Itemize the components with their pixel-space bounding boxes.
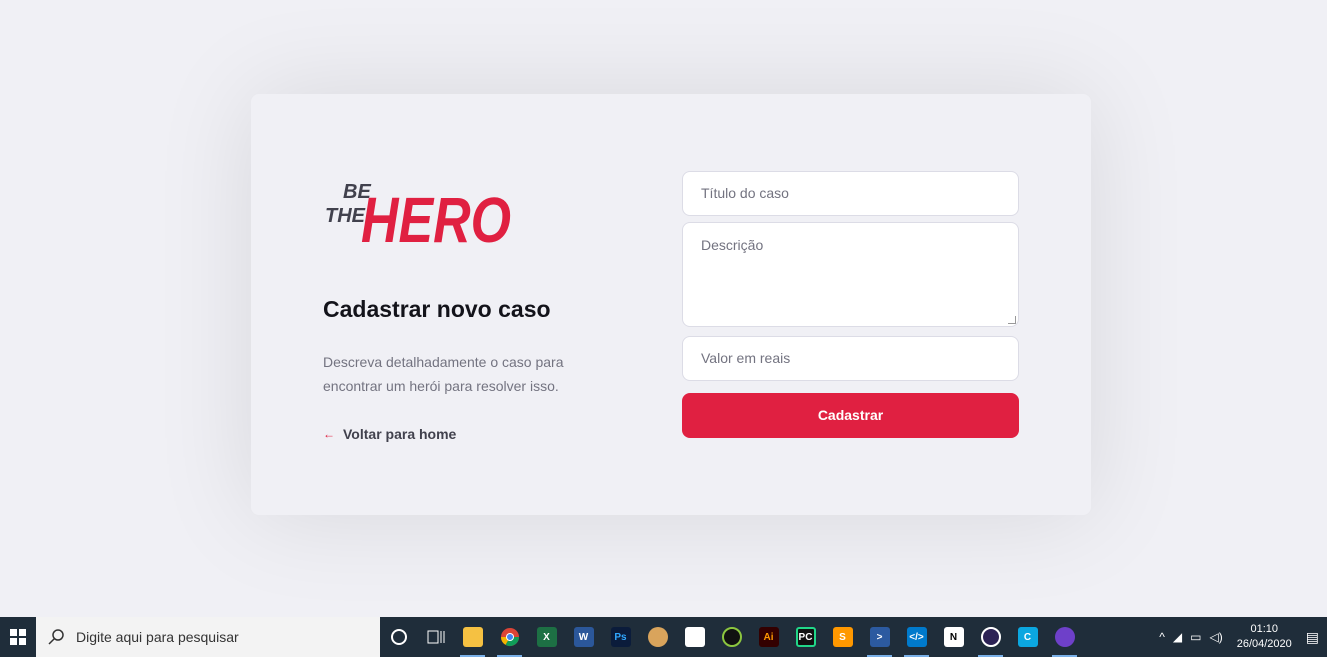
register-card: BE THE HERO Cadastrar novo caso Descreva… — [251, 94, 1091, 515]
clock[interactable]: 01:10 26/04/2020 — [1237, 622, 1292, 652]
github-desktop-icon[interactable] — [1046, 617, 1083, 657]
case-value-input[interactable]: Valor em reais — [682, 336, 1019, 381]
case-title-placeholder: Título do caso — [701, 185, 789, 201]
word-icon[interactable]: W — [565, 617, 602, 657]
svg-text:THE: THE — [325, 205, 366, 227]
back-home-link[interactable]: ← Voltar para home — [323, 426, 456, 442]
network-icon[interactable]: ◢ — [1173, 630, 1182, 644]
page-title: Cadastrar novo caso — [323, 296, 551, 322]
volume-icon[interactable]: ◁) — [1209, 630, 1222, 644]
chevron-up-icon[interactable]: ^ — [1159, 630, 1165, 644]
windows-taskbar: Digite aqui para pesquisar X W Ps Ai PC … — [0, 617, 1327, 657]
clock-time: 01:10 — [1250, 623, 1278, 635]
search-placeholder: Digite aqui para pesquisar — [76, 629, 239, 645]
windows-icon — [10, 629, 26, 645]
case-value-placeholder: Valor em reais — [701, 350, 791, 366]
start-button[interactable] — [0, 617, 36, 657]
photoshop-icon[interactable]: Ps — [602, 617, 639, 657]
powershell-icon[interactable]: > — [861, 617, 898, 657]
system-tray: ^ ◢ ▭ ◁) 01:10 26/04/2020 ▤ — [1159, 617, 1327, 657]
clock-date: 26/04/2020 — [1236, 638, 1292, 650]
cortana-icon[interactable] — [380, 617, 417, 657]
paint-icon[interactable] — [639, 617, 676, 657]
arrow-left-icon: ← — [323, 427, 335, 441]
excel-icon[interactable]: X — [528, 617, 565, 657]
case-title-input[interactable]: Título do caso — [682, 171, 1019, 216]
inkscape-icon[interactable] — [713, 617, 750, 657]
cc-icon[interactable]: C — [1009, 617, 1046, 657]
file-explorer-icon[interactable] — [454, 617, 491, 657]
page-description: Descreva detalhadamente o caso para enco… — [323, 354, 564, 394]
battery-icon[interactable]: ▭ — [1190, 630, 1201, 644]
search-icon — [48, 629, 64, 645]
eclipse-icon[interactable] — [972, 617, 1009, 657]
pycharm-icon[interactable]: PC — [787, 617, 824, 657]
calculator-icon[interactable] — [676, 617, 713, 657]
vscode-icon[interactable]: </> — [898, 617, 935, 657]
chrome-icon[interactable] — [491, 617, 528, 657]
submit-button[interactable]: Cadastrar — [682, 393, 1019, 438]
taskbar-search[interactable]: Digite aqui para pesquisar — [36, 617, 380, 657]
be-the-hero-logo: BE THE HERO — [325, 181, 511, 248]
task-view-icon[interactable] — [417, 617, 454, 657]
illustrator-icon[interactable]: Ai — [750, 617, 787, 657]
notion-icon[interactable]: N — [935, 617, 972, 657]
notifications-icon[interactable]: ▤ — [1306, 629, 1319, 646]
back-home-label: Voltar para home — [343, 426, 457, 442]
sublime-icon[interactable]: S — [824, 617, 861, 657]
resize-handle-icon[interactable] — [1008, 316, 1016, 324]
case-description-textarea[interactable]: Descrição — [682, 222, 1019, 327]
case-description-placeholder: Descrição — [701, 237, 764, 253]
svg-text:HERO: HERO — [361, 184, 511, 248]
